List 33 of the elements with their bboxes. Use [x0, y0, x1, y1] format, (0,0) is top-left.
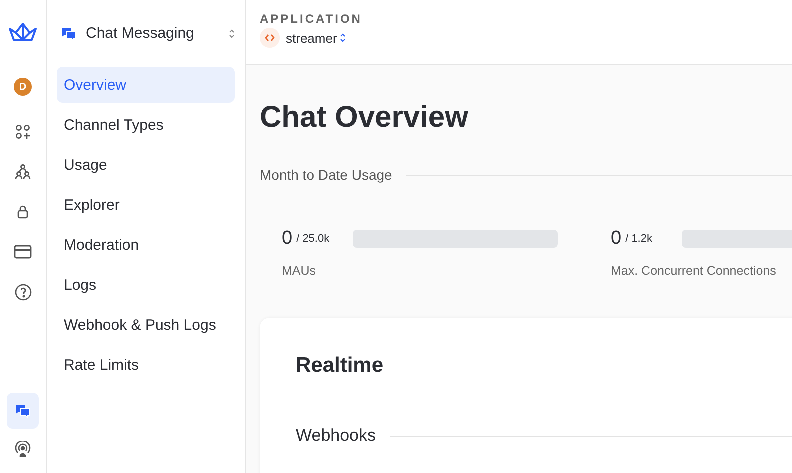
- rail-button[interactable]: [7, 393, 39, 429]
- sidebar-item[interactable]: Webhook & Push Logs: [57, 307, 235, 343]
- sidebar-item[interactable]: Logs: [57, 267, 235, 303]
- sidebar-item[interactable]: Usage: [57, 147, 235, 183]
- application-label: APPLICATION: [260, 12, 364, 26]
- app-switcher[interactable]: streamer: [286, 30, 346, 46]
- meter-limit: / 1.2k: [626, 233, 654, 245]
- meter-label: Max. Concurrent Connections: [611, 264, 778, 278]
- card-title: Realtime: [296, 354, 385, 378]
- product-switcher[interactable]: Chat Messaging: [57, 25, 235, 42]
- sidebar-item[interactable]: Explorer: [57, 187, 235, 223]
- section-heading: Month to Date Usage: [260, 167, 392, 183]
- page-title: Chat Overview: [260, 101, 470, 135]
- meter-limit: / 25.0k: [296, 233, 331, 245]
- chevron-up-down-icon: [229, 28, 235, 38]
- sidebar-item[interactable]: Overview: [57, 67, 235, 103]
- apps-icon: [15, 124, 31, 140]
- broadcast-icon: [15, 441, 31, 457]
- sidebar-item[interactable]: Rate Limits: [57, 347, 235, 383]
- team-icon: [15, 164, 31, 180]
- meter-value: 0: [282, 228, 293, 250]
- chat-icon: [15, 404, 31, 418]
- credit-card-icon: [14, 245, 32, 259]
- sidebar-item[interactable]: Moderation: [57, 227, 235, 263]
- subsection-heading: Webhooks: [296, 426, 376, 446]
- meter-value: 0: [611, 228, 622, 250]
- chat-icon: [61, 26, 77, 40]
- chevron-up-down-icon: [340, 33, 346, 43]
- lock-icon: [17, 205, 29, 219]
- help-icon: [14, 284, 32, 300]
- sidebar-item[interactable]: Channel Types: [57, 107, 235, 143]
- code-icon: [260, 28, 280, 48]
- meter-label: MAUs: [282, 264, 318, 278]
